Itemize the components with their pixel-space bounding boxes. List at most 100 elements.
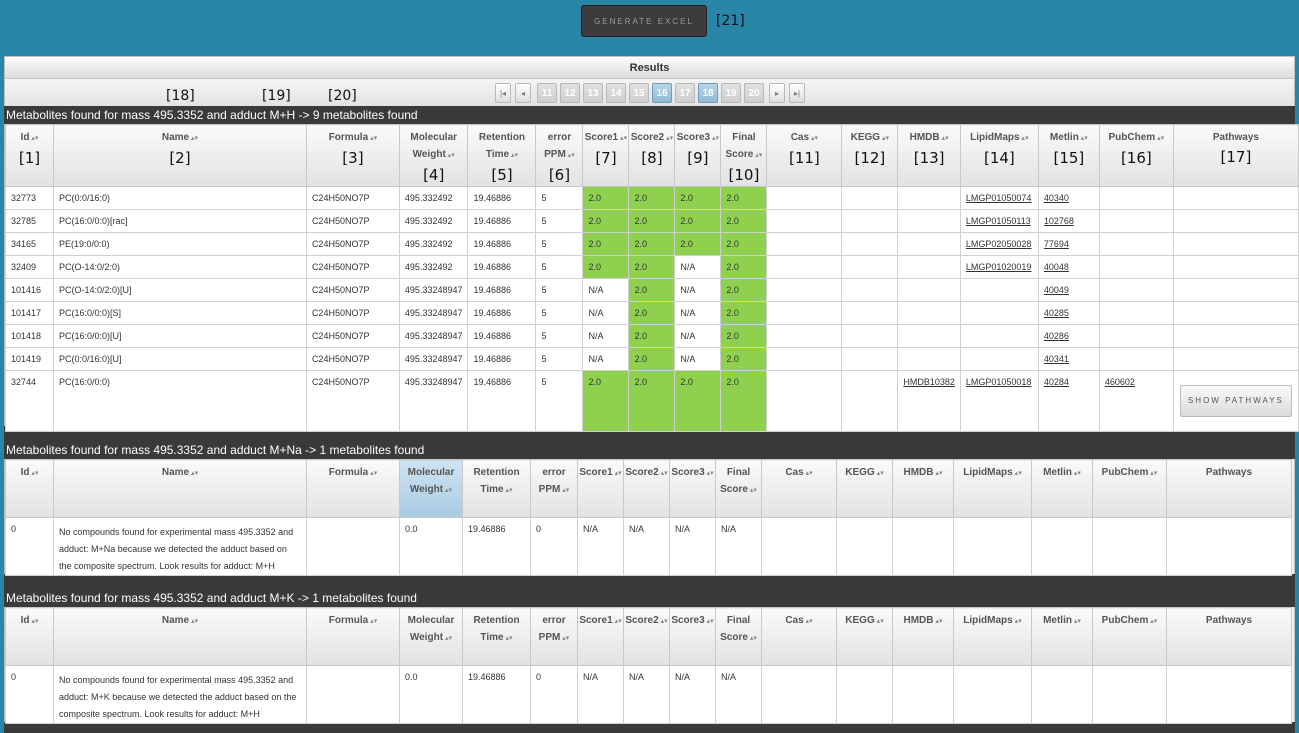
column-header-molecular-weight[interactable]: Molecular Weight ▴▾: [399, 607, 463, 666]
page-button-11[interactable]: 11: [537, 83, 557, 103]
sort-icon[interactable]: ▴▾: [1020, 135, 1029, 142]
sort-icon[interactable]: ▴▾: [1072, 618, 1081, 625]
sort-icon[interactable]: ▴▾: [560, 635, 569, 642]
sort-icon[interactable]: ▴▾: [934, 618, 942, 625]
page-button-15[interactable]: 15: [629, 83, 649, 103]
sort-icon[interactable]: ▴▾: [940, 135, 949, 142]
sort-icon[interactable]: ▴▾: [368, 470, 377, 477]
external-db-link[interactable]: LMGP01020019: [966, 262, 1032, 272]
external-db-link[interactable]: 77694: [1044, 239, 1069, 249]
external-db-link[interactable]: LMGP01050018: [966, 377, 1032, 387]
column-header-pubchem[interactable]: PubChem ▴▾: [1092, 459, 1167, 518]
column-header-score2[interactable]: Score2 ▴▾ [8]: [628, 124, 676, 187]
column-header-pubchem[interactable]: PubChem ▴▾ [16]: [1098, 124, 1174, 187]
sort-icon[interactable]: ▴▾: [504, 487, 513, 494]
sort-icon[interactable]: ▴▾: [804, 618, 813, 625]
sort-icon[interactable]: ▴▾: [659, 618, 668, 625]
external-db-link[interactable]: 40340: [1044, 193, 1069, 203]
sort-icon[interactable]: ▴▾: [613, 470, 622, 477]
generate-excel-button[interactable]: GENERATE EXCEL: [581, 5, 707, 37]
sort-icon[interactable]: ▴▾: [710, 135, 719, 142]
sort-icon[interactable]: ▴▾: [29, 135, 38, 142]
sort-icon[interactable]: ▴▾: [29, 618, 38, 625]
last-page-button[interactable]: ▸|: [789, 83, 805, 103]
page-button-20[interactable]: 20: [744, 83, 764, 103]
page-button-13[interactable]: 13: [583, 83, 603, 103]
column-header-kegg[interactable]: KEGG ▴▾ [12]: [841, 124, 899, 187]
sort-icon[interactable]: ▴▾: [509, 152, 518, 159]
column-header-score1[interactable]: Score1 ▴▾ [7]: [582, 124, 630, 187]
sort-icon[interactable]: ▴▾: [566, 152, 575, 159]
external-db-link[interactable]: 40284: [1044, 377, 1069, 387]
sort-icon[interactable]: ▴▾: [368, 135, 377, 142]
sort-icon[interactable]: ▴▾: [443, 487, 452, 494]
column-header-error-ppm[interactable]: error PPM ▴▾: [530, 459, 578, 518]
sort-icon[interactable]: ▴▾: [368, 618, 377, 625]
sort-icon[interactable]: ▴▾: [705, 618, 714, 625]
column-header-retention-time[interactable]: Retention Time ▴▾: [462, 607, 531, 666]
column-header-id[interactable]: Id ▴▾ [1]: [5, 124, 54, 187]
column-header-score3[interactable]: Score3 ▴▾: [669, 607, 716, 666]
sort-icon[interactable]: ▴▾: [875, 470, 884, 477]
sort-icon[interactable]: ▴▾: [748, 487, 757, 494]
sort-icon[interactable]: ▴▾: [659, 470, 668, 477]
external-db-link[interactable]: 102768: [1044, 216, 1074, 226]
page-button-16[interactable]: 16: [652, 83, 672, 103]
sort-icon[interactable]: ▴▾: [504, 635, 513, 642]
column-header-score1[interactable]: Score1 ▴▾: [577, 459, 624, 518]
column-header-pathways[interactable]: Pathways: [1166, 459, 1292, 518]
column-header-id[interactable]: Id ▴▾: [5, 459, 54, 518]
column-header-pubchem[interactable]: PubChem ▴▾: [1092, 607, 1167, 666]
external-db-link[interactable]: LMGP02050028: [966, 239, 1032, 249]
column-header-retention-time[interactable]: Retention Time ▴▾: [462, 459, 531, 518]
page-button-14[interactable]: 14: [606, 83, 626, 103]
column-header-name[interactable]: Name ▴▾ [2]: [52, 124, 307, 187]
column-header-metlin[interactable]: Metlin ▴▾: [1031, 607, 1093, 666]
sort-icon[interactable]: ▴▾: [1079, 135, 1088, 142]
external-db-link[interactable]: 40048: [1044, 262, 1069, 272]
prev-page-button[interactable]: ◂: [515, 83, 531, 103]
column-header-hmdb[interactable]: HMDB ▴▾: [892, 607, 954, 666]
sort-icon[interactable]: ▴▾: [1155, 135, 1164, 142]
external-db-link[interactable]: LMGP01050074: [966, 193, 1032, 203]
column-header-id[interactable]: Id ▴▾: [5, 607, 54, 666]
sort-icon[interactable]: ▴▾: [934, 470, 942, 477]
sort-icon[interactable]: ▴▾: [560, 487, 569, 494]
column-header-name[interactable]: Name ▴▾: [53, 607, 307, 666]
sort-icon[interactable]: ▴▾: [664, 135, 673, 142]
column-header-formula[interactable]: Formula ▴▾: [306, 459, 400, 518]
sort-icon[interactable]: ▴▾: [29, 470, 38, 477]
column-header-name[interactable]: Name ▴▾: [53, 459, 307, 518]
column-header-metlin[interactable]: Metlin ▴▾ [15]: [1037, 124, 1100, 187]
sort-icon[interactable]: ▴▾: [809, 135, 818, 142]
column-header-hmdb[interactable]: HMDB ▴▾ [13]: [897, 124, 961, 187]
column-header-final-score[interactable]: Final Score ▴▾: [715, 607, 762, 666]
column-header-pathways[interactable]: Pathways [17]: [1172, 124, 1299, 187]
column-header-formula[interactable]: Formula ▴▾ [3]: [305, 124, 400, 187]
column-header-cas[interactable]: Cas ▴▾: [761, 607, 837, 666]
first-page-button[interactable]: |◂: [495, 83, 511, 103]
sort-icon[interactable]: ▴▾: [1072, 470, 1081, 477]
sort-icon[interactable]: ▴▾: [189, 618, 198, 625]
sort-icon[interactable]: ▴▾: [1013, 470, 1022, 477]
sort-icon[interactable]: ▴▾: [880, 135, 889, 142]
column-header-lipidmaps[interactable]: LipidMaps ▴▾: [953, 607, 1032, 666]
sort-icon[interactable]: ▴▾: [753, 152, 762, 159]
column-header-molecular-weight[interactable]: Molecular Weight ▴▾ [4]: [398, 124, 469, 187]
sort-icon[interactable]: ▴▾: [189, 135, 198, 142]
external-db-link[interactable]: 40341: [1044, 354, 1069, 364]
sort-icon[interactable]: ▴▾: [705, 470, 714, 477]
column-header-kegg[interactable]: KEGG ▴▾: [836, 607, 893, 666]
column-header-error-ppm[interactable]: error PPM ▴▾ [6]: [535, 124, 584, 187]
sort-icon[interactable]: ▴▾: [189, 470, 198, 477]
column-header-final-score[interactable]: Final Score ▴▾: [715, 459, 762, 518]
page-button-17[interactable]: 17: [675, 83, 695, 103]
column-header-score2[interactable]: Score2 ▴▾: [623, 459, 670, 518]
external-db-link[interactable]: 460602: [1105, 377, 1135, 387]
sort-icon[interactable]: ▴▾: [875, 618, 884, 625]
sort-icon[interactable]: ▴▾: [804, 470, 813, 477]
column-header-final-score[interactable]: Final Score ▴▾ [10]: [720, 124, 768, 187]
column-header-cas[interactable]: Cas ▴▾ [11]: [766, 124, 843, 187]
page-button-12[interactable]: 12: [560, 83, 580, 103]
column-header-score1[interactable]: Score1 ▴▾: [577, 607, 624, 666]
